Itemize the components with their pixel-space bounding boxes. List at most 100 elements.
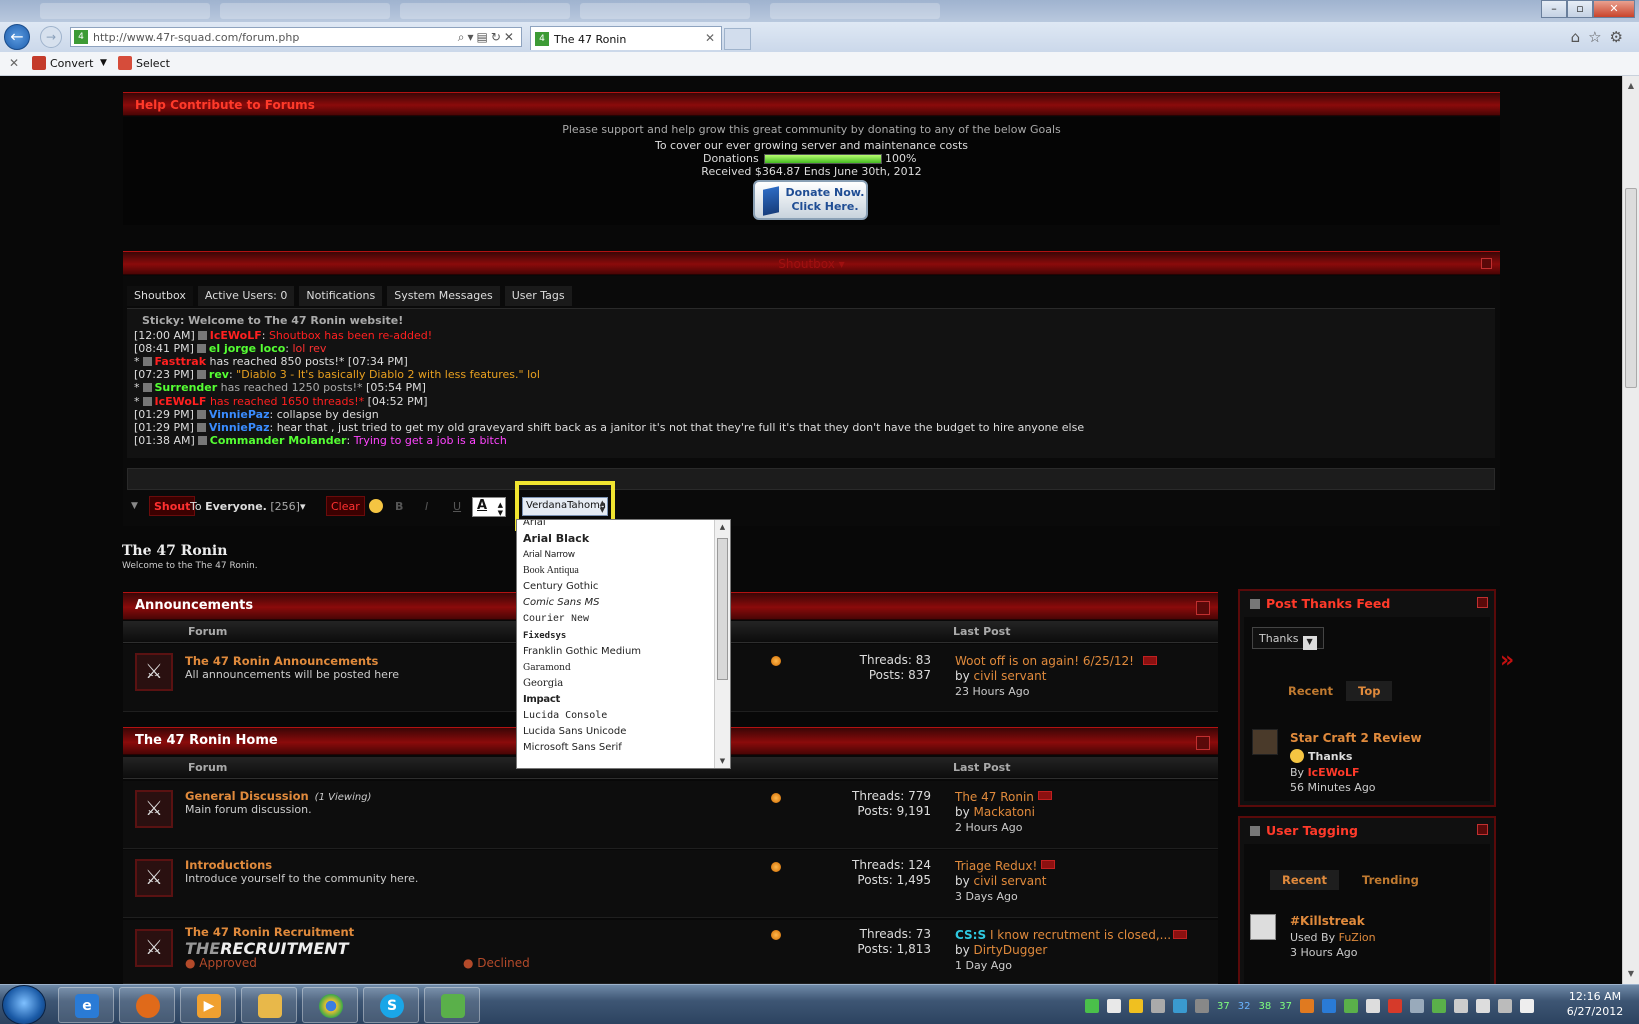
shoutbox-tab[interactable]: Active Users: 0	[197, 286, 295, 306]
font-option[interactable]: Arial Narrow	[523, 547, 713, 563]
declined-link[interactable]: ● Declined	[463, 956, 530, 970]
taskbar-chrome[interactable]	[302, 987, 358, 1023]
tray-app-icon[interactable]	[1475, 999, 1490, 1013]
font-option[interactable]: Impact	[523, 692, 713, 708]
font-option[interactable]: Arial Black	[523, 531, 713, 547]
category-collapse-icon[interactable]	[1196, 736, 1210, 750]
tab-recent[interactable]: Recent	[1276, 681, 1345, 701]
font-dropdown-list[interactable]: Arial Arial Black Arial Narrow Book Antiqua…	[516, 519, 731, 769]
go-to-last-post-icon[interactable]	[1038, 791, 1052, 800]
tab-close-icon[interactable]: ✕	[705, 31, 715, 45]
font-select[interactable]: VerdanaTahoma ▲ ▼	[522, 497, 608, 516]
scroll-down-icon[interactable]: ▼	[715, 757, 730, 765]
window-close-button[interactable]: ✕	[1593, 0, 1635, 18]
category-collapse-icon[interactable]	[1196, 601, 1210, 615]
tray-app-icon[interactable]	[1343, 999, 1358, 1013]
home-icon[interactable]: ⌂	[1571, 28, 1589, 46]
maximize-button[interactable]: ▫	[1567, 0, 1593, 18]
font-option[interactable]: Courier New	[523, 612, 713, 628]
favorites-star-icon[interactable]: ☆	[1588, 28, 1609, 46]
new-tab-button[interactable]	[724, 28, 751, 50]
go-to-last-post-icon[interactable]	[1143, 656, 1157, 665]
sidebar-toggle-icon[interactable]: »	[1500, 648, 1528, 676]
flag-icon[interactable]	[1365, 999, 1380, 1013]
tray-hand-icon[interactable]	[1299, 999, 1314, 1013]
shoutbox-tab[interactable]: User Tags	[504, 286, 572, 306]
go-to-last-post-icon[interactable]	[1041, 860, 1055, 869]
background-tab[interactable]	[220, 3, 390, 19]
tab-trending[interactable]: Trending	[1350, 870, 1431, 890]
tray-app-icon[interactable]	[1409, 999, 1424, 1013]
background-tab[interactable]	[40, 3, 210, 19]
shoutbox-collapse-icon[interactable]	[1481, 258, 1492, 269]
background-tab[interactable]	[580, 3, 750, 19]
last-post-title[interactable]: Triage Redux!	[955, 859, 1037, 873]
convert-dropdown-icon[interactable]: ▼	[100, 58, 107, 68]
tag-user[interactable]: FuZion	[1339, 931, 1376, 944]
forum-name[interactable]: The 47 Ronin Recruitment	[185, 925, 354, 939]
bold-button[interactable]: B	[395, 500, 403, 520]
volume-icon[interactable]	[1519, 999, 1534, 1013]
mail-icon[interactable]	[1107, 999, 1121, 1013]
tray-app-icon[interactable]	[1085, 999, 1099, 1013]
thanked-post-title[interactable]: Star Craft 2 Review	[1290, 731, 1422, 745]
close-toolbar-icon[interactable]: ✕	[9, 56, 19, 70]
address-bar[interactable]: 4 http://www.47r-squad.com/forum.php ⌕▾▤…	[70, 27, 522, 47]
background-tab[interactable]	[770, 3, 940, 19]
convert-button[interactable]: Convert	[32, 56, 94, 70]
back-button[interactable]: ←	[4, 24, 30, 50]
taskbar-network[interactable]	[424, 987, 480, 1023]
address-url[interactable]: http://www.47r-squad.com/forum.php	[93, 31, 299, 44]
tray-app-icon[interactable]	[1431, 999, 1446, 1013]
font-option[interactable]: Lucida Sans Unicode	[523, 724, 713, 740]
donate-now-button[interactable]: Donate Now. Click Here.	[753, 180, 868, 220]
select-button[interactable]: Select	[118, 56, 170, 70]
shout-user[interactable]: el jorge loco	[209, 342, 285, 355]
shout-user[interactable]: Commander Molander	[210, 434, 347, 447]
forum-name[interactable]: Introductions	[185, 858, 272, 872]
tag-title[interactable]: #Killstreak	[1290, 914, 1365, 928]
network-icon[interactable]	[1497, 999, 1512, 1013]
shout-user[interactable]: IcEWoLF	[155, 395, 207, 408]
tagging-collapse-icon[interactable]	[1477, 824, 1488, 835]
last-post-user[interactable]: civil servant	[974, 874, 1047, 888]
shoutbox-header[interactable]: Shoutbox ▾	[123, 251, 1500, 275]
active-browser-tab[interactable]: 4 The 47 Ronin ✕	[530, 26, 722, 50]
speed-icon[interactable]	[1195, 999, 1209, 1013]
forum-name[interactable]: General Discussion	[185, 789, 309, 803]
font-option[interactable]: Arial	[523, 520, 713, 531]
steam-icon[interactable]	[1151, 999, 1165, 1013]
forum-name[interactable]: The 47 Ronin Announcements	[185, 654, 378, 668]
last-post-title[interactable]: Woot off is on again! 6/25/12!	[955, 654, 1134, 668]
page-scroll-thumb[interactable]	[1625, 188, 1637, 388]
last-post-title[interactable]: I know recrutment is closed,...	[990, 928, 1171, 942]
font-option[interactable]: Georgia	[523, 676, 713, 692]
notes-icon[interactable]	[1129, 999, 1143, 1013]
tab-top[interactable]: Top	[1346, 681, 1393, 701]
shout-user[interactable]: rev	[209, 368, 229, 381]
taskbar-skype[interactable]: S	[363, 987, 419, 1023]
shout-user[interactable]: Fasttrak	[155, 355, 207, 368]
font-option[interactable]: Garamond	[523, 660, 713, 676]
last-post-user[interactable]: civil servant	[974, 669, 1047, 683]
go-to-last-post-icon[interactable]	[1173, 930, 1187, 939]
address-actions[interactable]: ⌕▾▤↻✕	[458, 30, 517, 45]
italic-button[interactable]: I	[425, 500, 428, 520]
shout-button[interactable]: Shout	[149, 496, 196, 516]
font-option[interactable]: Franklin Gothic Medium	[523, 644, 713, 660]
page-scrollbar[interactable]: ▲ ▼	[1622, 76, 1639, 984]
tray-app-icon[interactable]	[1321, 999, 1336, 1013]
font-option[interactable]: Lucida Console	[523, 708, 713, 724]
font-option[interactable]: Book Antiqua	[523, 563, 713, 579]
shoutbox-tab[interactable]: Shoutbox	[127, 286, 193, 306]
keyboard-icon[interactable]	[1453, 999, 1468, 1013]
forward-button[interactable]: →	[40, 26, 62, 48]
font-option[interactable]: Century Gothic	[523, 579, 713, 595]
shout-user[interactable]: Surrender	[155, 381, 218, 394]
taskbar-outlook[interactable]	[241, 987, 297, 1023]
dropdown-scrollbar[interactable]: ▲ ▼	[714, 520, 730, 768]
font-option[interactable]: Comic Sans MS	[523, 595, 713, 611]
shout-user[interactable]: VinniePaz	[209, 421, 270, 434]
dropdown-scroll-thumb[interactable]	[717, 538, 728, 680]
clock[interactable]: 12:16 AM 6/27/2012	[1558, 989, 1632, 1019]
